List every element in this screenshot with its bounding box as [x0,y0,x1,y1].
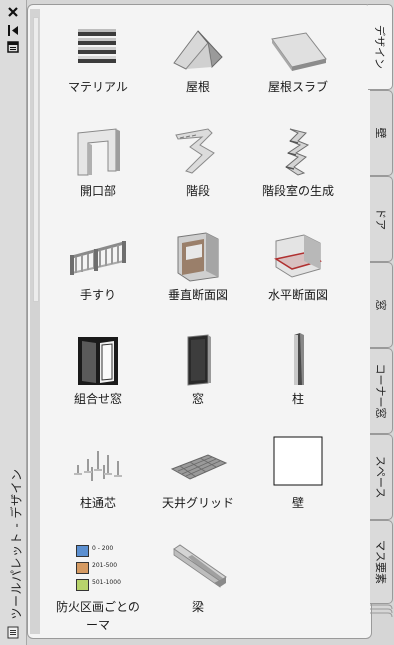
ceiling-grid-icon [170,454,228,480]
tool-label: 階段室の生成 [261,184,334,198]
tool-material[interactable]: マテリアル [46,15,150,115]
close-icon[interactable] [6,5,20,19]
tool-vertical-section[interactable]: 垂直断面図 [146,223,250,323]
tool-roof-slab[interactable]: 屋根スラブ [246,15,350,115]
tool-horizontal-section[interactable]: 水平断面図 [246,223,350,323]
legend-label: 0 - 200 [92,545,114,552]
vertical-scrollbar[interactable] [30,9,40,634]
vertical-section-icon [177,232,219,282]
wall-icon [273,436,323,486]
roof-slab-icon [271,32,327,71]
roof-icon [173,30,223,70]
tool-label: 柱 [291,392,304,406]
palette-title: ツールパレット - デザイン [9,468,24,620]
tool-label: 階段 [185,184,210,198]
tool-label: 柱通芯 [79,496,116,510]
tab-design[interactable]: デザイン [368,4,393,90]
tool-label: 屋根 [185,80,210,94]
horizontal-section-icon [274,234,323,278]
tool-column[interactable]: 柱 [246,327,350,427]
tab-door[interactable]: ドア [370,176,393,262]
tool-railing[interactable]: 手すり [46,223,150,323]
railing-icon [70,241,126,275]
tab-space[interactable]: スペース [370,434,393,520]
tool-label: 天井グリッド [161,496,234,510]
auto-hide-icon[interactable] [6,23,20,37]
tool-label: 垂直断面図 [167,288,228,302]
legend-swatch [76,562,89,574]
properties-icon[interactable] [6,40,20,54]
legend-swatch [76,579,89,591]
column-icon [294,333,304,385]
tool-window[interactable]: 窓 [146,327,250,427]
tool-label: 梁 [191,600,204,614]
assembly-window-icon [78,337,118,385]
tool-stairwell[interactable]: 階段室の生成 [246,119,350,219]
stair-icon [175,128,215,174]
tool-column-grid[interactable]: 柱通芯 [46,431,150,531]
tool-stair[interactable]: 階段 [146,119,250,219]
tool-label: 壁 [291,496,304,510]
tool-panel: マテリアル 屋根 屋根スラブ 開口部 階段 階段室の生成 手すり 垂直断面図 水… [27,4,372,639]
tool-label: 防火区画ごとの ーマ [56,600,140,632]
column-grid-icon [74,451,122,481]
tab-mass-element[interactable]: マス要素 [370,520,393,604]
legend-swatch [76,545,89,557]
legend-label: 201-500 [92,562,118,569]
tab-wall[interactable]: 壁 [370,90,393,176]
tool-label: 手すり [79,288,116,302]
window-icon [187,334,211,386]
tool-label: 開口部 [79,184,116,198]
palette-menu-icon[interactable] [6,625,20,639]
tool-wall[interactable]: 壁 [246,431,350,531]
tool-opening[interactable]: 開口部 [46,119,150,219]
fire-zone-theme-icon: 0 - 200 201-500 501-1000 [74,539,144,595]
tool-beam[interactable]: 梁 [146,535,250,635]
tool-palette-window: ツールパレット - デザイン マテリアル 屋根 屋根スラブ 開口部 階段 階段室… [0,0,394,645]
beam-icon [173,544,227,588]
scroll-thumb[interactable] [33,17,39,302]
material-icon [78,29,116,63]
stairwell-icon [285,128,310,176]
tool-fire-zone-theme[interactable]: 0 - 200 201-500 501-1000 防火区画ごとの ーマ [46,535,150,635]
tab-window[interactable]: 窓 [370,262,393,348]
tool-assembly-window[interactable]: 組合せ窓 [46,327,150,427]
tool-label: マテリアル [68,80,128,94]
tool-label: 水平断面図 [267,288,328,302]
tab-stack-more[interactable] [370,604,393,620]
tool-label: 窓 [191,392,204,406]
tool-label: 屋根スラブ [267,80,328,94]
legend-label: 501-1000 [92,579,121,586]
tool-roof[interactable]: 屋根 [146,15,250,115]
tab-corner-window[interactable]: コーナー窓 [370,348,393,434]
tool-ceiling-grid[interactable]: 天井グリッド [146,431,250,531]
tool-label: 組合せ窓 [73,392,122,406]
opening-icon [77,128,120,176]
palette-title-strip: ツールパレット - デザイン [0,0,27,645]
